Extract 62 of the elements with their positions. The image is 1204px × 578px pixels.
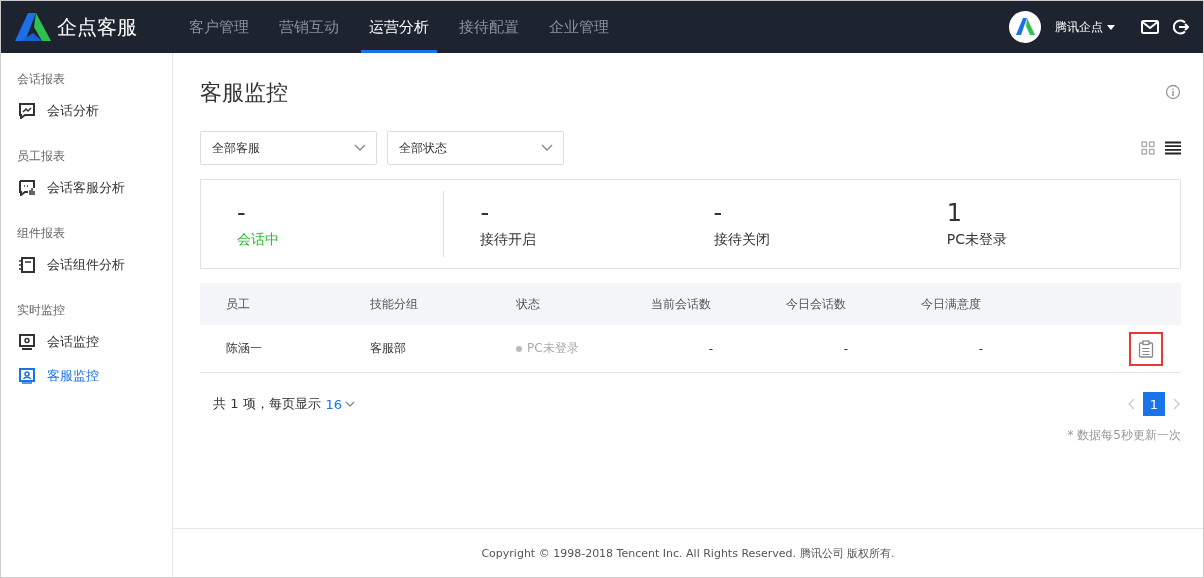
stat-label: PC未登录 bbox=[946, 231, 1009, 249]
sidebar-item[interactable]: 会话监控 bbox=[1, 329, 172, 363]
sidebar-item[interactable]: 会话分析 bbox=[1, 98, 172, 132]
chevron-down-icon bbox=[541, 144, 553, 152]
sidebar-item[interactable]: 客服监控 bbox=[1, 363, 172, 397]
logo-icon bbox=[15, 13, 51, 41]
avatar-icon[interactable] bbox=[1009, 11, 1041, 43]
stat-value: 1 bbox=[946, 199, 964, 227]
stat-value: - bbox=[713, 199, 724, 227]
section-heading: 组件报表 bbox=[16, 225, 66, 242]
table-cell-text: - bbox=[842, 341, 850, 356]
table-cell-text: - bbox=[707, 341, 715, 356]
table-cell-text: 客服部 bbox=[370, 340, 407, 357]
caret-icon bbox=[1107, 24, 1115, 30]
stat-label: 接待开启 bbox=[480, 231, 538, 249]
pagination-summary: 共 1 项，每页显示 bbox=[213, 395, 321, 413]
chevron-down-icon bbox=[354, 144, 366, 152]
table-cell-text: 陈涵一 bbox=[225, 340, 263, 357]
column-header: 员工 bbox=[225, 295, 251, 313]
column-header: 当前会话数 bbox=[651, 295, 712, 313]
section-heading: 实时监控 bbox=[16, 302, 66, 319]
stat-value: - bbox=[480, 199, 491, 227]
grid-view-icon[interactable] bbox=[1141, 141, 1155, 155]
stat-label: 会话中 bbox=[237, 231, 280, 249]
account-menu[interactable]: 腾讯企点 bbox=[1055, 18, 1115, 36]
brand-name: 企点客服 bbox=[57, 13, 137, 41]
column-header: 技能分组 bbox=[370, 295, 419, 313]
column-header: 今日会话数 bbox=[786, 295, 847, 313]
clipboard-button[interactable] bbox=[1129, 331, 1163, 366]
monitor-icon bbox=[19, 334, 35, 350]
sidebar-item[interactable]: 会话客服分析 bbox=[1, 175, 172, 209]
nav-tab[interactable]: 企业管理 bbox=[541, 1, 617, 53]
stat-value: - bbox=[237, 199, 247, 227]
logout-icon[interactable] bbox=[1173, 19, 1189, 35]
table-cell-text: - bbox=[977, 341, 985, 356]
notebook-icon bbox=[19, 257, 35, 273]
user-badge-icon bbox=[19, 368, 35, 384]
status-cell: PC未登录 bbox=[516, 340, 651, 357]
list-view-icon[interactable] bbox=[1165, 141, 1181, 155]
section-heading: 会话报表 bbox=[16, 71, 66, 88]
filter-dropdown[interactable]: 全部客服 bbox=[200, 131, 377, 165]
page-size-dropdown[interactable]: 16 bbox=[320, 396, 356, 412]
column-header: 状态 bbox=[516, 295, 541, 313]
page-title: 客服监控 bbox=[200, 79, 288, 107]
copyright-text: Copyright © 1998-2018 Tencent Inc. All Rights Reserved. 腾讯公司 版权所有. bbox=[481, 545, 895, 561]
chat-bars-icon bbox=[19, 180, 35, 196]
nav-tab[interactable]: 运营分析 bbox=[361, 1, 437, 53]
column-header: 今日满意度 bbox=[921, 295, 982, 313]
mail-icon[interactable] bbox=[1141, 20, 1159, 34]
chevron-down-icon bbox=[345, 401, 356, 407]
clipboard-icon bbox=[1138, 339, 1154, 358]
filter-dropdown[interactable]: 全部状态 bbox=[387, 131, 564, 165]
page-button[interactable]: 1 bbox=[1143, 392, 1165, 416]
nav-tab[interactable]: 接待配置 bbox=[451, 1, 527, 53]
chart-bubble-icon bbox=[19, 103, 35, 119]
update-note: * 数据每5秒更新一次 bbox=[1067, 427, 1181, 444]
sidebar-item[interactable]: 会话组件分析 bbox=[1, 252, 172, 286]
nav-tab[interactable]: 客户管理 bbox=[181, 1, 257, 53]
nav-tab[interactable]: 营销互动 bbox=[271, 1, 347, 53]
section-heading: 员工报表 bbox=[16, 148, 66, 165]
stat-label: 接待关闭 bbox=[713, 231, 771, 249]
info-icon[interactable] bbox=[1165, 84, 1181, 100]
